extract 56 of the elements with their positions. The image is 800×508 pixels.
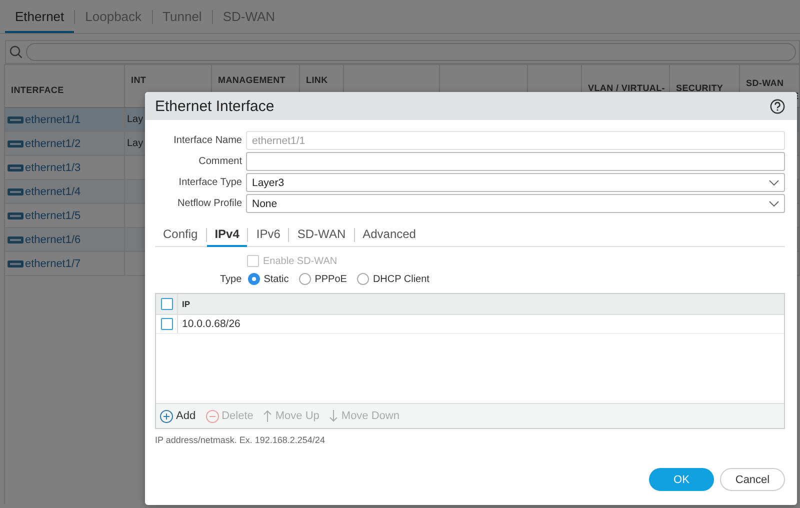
minus-icon bbox=[206, 410, 219, 422]
interface-link[interactable]: ethernet1/3 bbox=[25, 162, 81, 174]
column-header: INTERFACE bbox=[5, 65, 125, 107]
cancel-button[interactable]: Cancel bbox=[720, 468, 785, 491]
table-cell-text: 10.0.0.68/26 bbox=[181, 317, 242, 332]
column-header: IP bbox=[181, 298, 192, 311]
field-label: Comment bbox=[198, 156, 242, 167]
port-icon bbox=[7, 138, 24, 148]
page-tab[interactable]: Loopback bbox=[75, 0, 152, 32]
ok-button[interactable]: OK bbox=[649, 468, 714, 491]
interface-link[interactable]: ethernet1/7 bbox=[25, 258, 81, 270]
checkbox[interactable] bbox=[160, 298, 172, 310]
port-icon bbox=[7, 234, 24, 244]
select-field[interactable]: Layer3 bbox=[246, 173, 785, 192]
input-field[interactable] bbox=[246, 152, 785, 171]
page-tab[interactable]: SD-WAN bbox=[212, 0, 286, 32]
field-label: Netflow Profile bbox=[176, 198, 242, 209]
page-tab[interactable]: Ethernet bbox=[5, 0, 74, 32]
dialog-tab[interactable]: IPv6 bbox=[248, 222, 288, 246]
radio-option[interactable]: DHCP Client bbox=[356, 273, 430, 285]
interface-link[interactable]: ethernet1/2 bbox=[25, 138, 81, 150]
chevron-down-icon bbox=[769, 200, 779, 206]
port-icon bbox=[7, 258, 24, 268]
radio-button[interactable] bbox=[298, 273, 311, 285]
dialog-tab[interactable]: Advanced bbox=[354, 222, 424, 246]
interface-link[interactable]: ethernet1/4 bbox=[25, 186, 81, 198]
port-icon bbox=[7, 162, 24, 172]
field-label: Interface Type bbox=[178, 177, 242, 188]
radio-option[interactable]: PPPoE bbox=[298, 273, 347, 285]
interface-link[interactable]: ethernet1/1 bbox=[25, 114, 81, 126]
table-cell: Lay bbox=[127, 138, 144, 149]
checkbox-label: Enable SD-WAN bbox=[263, 256, 338, 266]
page-tab[interactable]: Tunnel bbox=[152, 0, 212, 32]
hint-text: IP address/netmask. Ex. 192.168.2.254/24 bbox=[155, 435, 326, 445]
radio-button[interactable] bbox=[356, 273, 369, 285]
field-label: Type bbox=[220, 274, 242, 284]
arrow-up-icon bbox=[263, 410, 272, 422]
arrow-down-icon bbox=[329, 410, 338, 422]
port-icon bbox=[7, 186, 24, 196]
select-field[interactable]: None bbox=[246, 194, 785, 213]
radio-option[interactable]: Static bbox=[248, 273, 289, 285]
dialog-tab[interactable]: SD-WAN bbox=[289, 222, 354, 246]
dialog-tab[interactable]: Config bbox=[155, 222, 206, 246]
help-icon[interactable] bbox=[770, 98, 785, 114]
table-cell: Lay bbox=[127, 114, 144, 125]
toolbar-button[interactable]: Add bbox=[160, 410, 196, 422]
checkbox[interactable] bbox=[160, 318, 172, 330]
interface-link[interactable]: ethernet1/5 bbox=[25, 210, 81, 222]
add-icon bbox=[160, 410, 173, 422]
radio-button[interactable] bbox=[248, 273, 260, 285]
search-icon bbox=[9, 45, 23, 59]
search-field[interactable] bbox=[26, 43, 796, 61]
field-label: Interface Name bbox=[172, 135, 242, 146]
interface-link[interactable]: ethernet1/6 bbox=[25, 234, 81, 246]
chevron-down-icon bbox=[769, 180, 779, 186]
port-icon bbox=[7, 210, 24, 220]
